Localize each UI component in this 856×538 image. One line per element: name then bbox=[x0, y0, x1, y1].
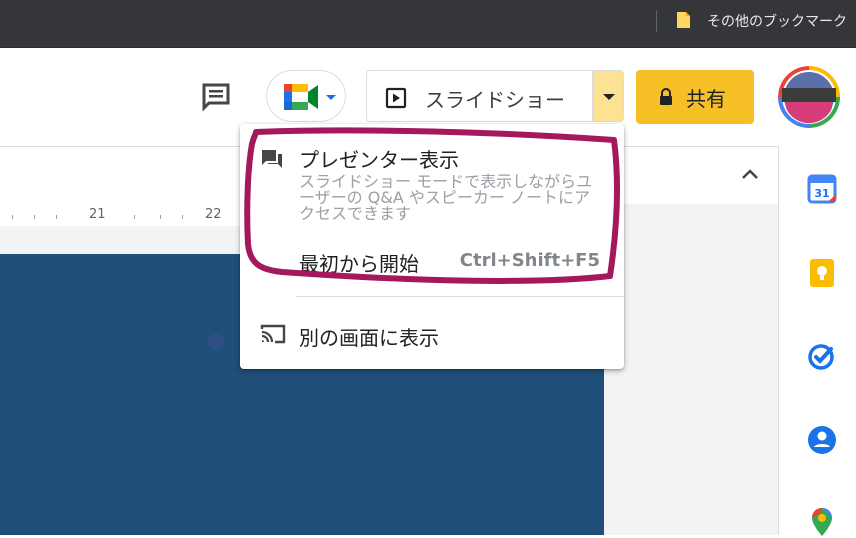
account-avatar[interactable] bbox=[778, 66, 840, 128]
presenter-view-title: プレゼンター表示 bbox=[299, 148, 459, 172]
bookmarks-divider bbox=[656, 10, 657, 32]
lock-icon bbox=[660, 88, 672, 105]
play-slideshow-icon bbox=[385, 87, 407, 109]
slideshow-button[interactable]: スライドショー bbox=[366, 70, 592, 122]
presenter-view-description: スライドショー モードで表示しながらユーザーの Q&A やスピーカー ノートにア… bbox=[299, 172, 593, 223]
folder-icon[interactable] bbox=[674, 10, 694, 30]
start-from-beginning-shortcut: Ctrl+Shift+F5 bbox=[459, 250, 600, 271]
ruler-tick bbox=[12, 215, 13, 219]
ruler-tick bbox=[34, 215, 35, 219]
google-keep-icon[interactable] bbox=[806, 257, 838, 289]
slideshow-options-menu: プレゼンター表示 スライドショー モードで表示しながらユーザーの Q&A やスピ… bbox=[240, 124, 624, 369]
menu-item-presenter-view[interactable]: プレゼンター表示 スライドショー モードで表示しながらユーザーの Q&A やスピ… bbox=[240, 124, 624, 230]
cast-icon bbox=[260, 324, 286, 344]
ruler-label: 21 bbox=[89, 207, 106, 222]
google-meet-icon bbox=[284, 84, 318, 110]
canvas-side-area bbox=[604, 204, 778, 535]
caret-down-icon bbox=[603, 94, 615, 100]
share-button[interactable]: 共有 bbox=[636, 70, 754, 124]
svg-text:31: 31 bbox=[814, 187, 829, 200]
google-contacts-icon[interactable] bbox=[806, 424, 838, 456]
google-maps-icon[interactable] bbox=[806, 506, 838, 538]
other-bookmarks-link[interactable]: その他のブックマーク bbox=[707, 11, 847, 31]
menu-item-start-from-beginning[interactable]: 最初から開始 Ctrl+Shift+F5 bbox=[240, 230, 624, 290]
chevron-up-icon[interactable] bbox=[738, 163, 762, 187]
presenter-view-icon bbox=[262, 150, 282, 168]
ruler-tick bbox=[182, 215, 183, 219]
chevron-down-icon bbox=[326, 95, 336, 100]
google-calendar-icon[interactable]: 31 bbox=[806, 173, 838, 205]
comment-history-icon[interactable] bbox=[200, 80, 232, 112]
ruler-tick bbox=[134, 215, 135, 219]
ruler-tick bbox=[160, 215, 161, 219]
menu-divider bbox=[296, 296, 624, 297]
menu-item-present-on-another-screen[interactable]: 別の画面に表示 bbox=[240, 304, 624, 362]
start-from-beginning-title: 最初から開始 bbox=[299, 252, 419, 276]
share-label: 共有 bbox=[686, 87, 726, 111]
meet-button[interactable] bbox=[266, 70, 346, 122]
ruler-label: 22 bbox=[205, 207, 222, 222]
ruler-tick bbox=[56, 215, 57, 219]
slideshow-options-button[interactable] bbox=[592, 70, 624, 122]
bookmarks-bar: その他のブックマーク bbox=[0, 0, 856, 48]
slide-decoration bbox=[208, 334, 224, 350]
avatar-image bbox=[778, 66, 840, 128]
present-on-another-screen-title: 別の画面に表示 bbox=[299, 326, 439, 350]
slideshow-label: スライドショー bbox=[425, 88, 565, 112]
google-tasks-icon[interactable] bbox=[806, 340, 838, 372]
